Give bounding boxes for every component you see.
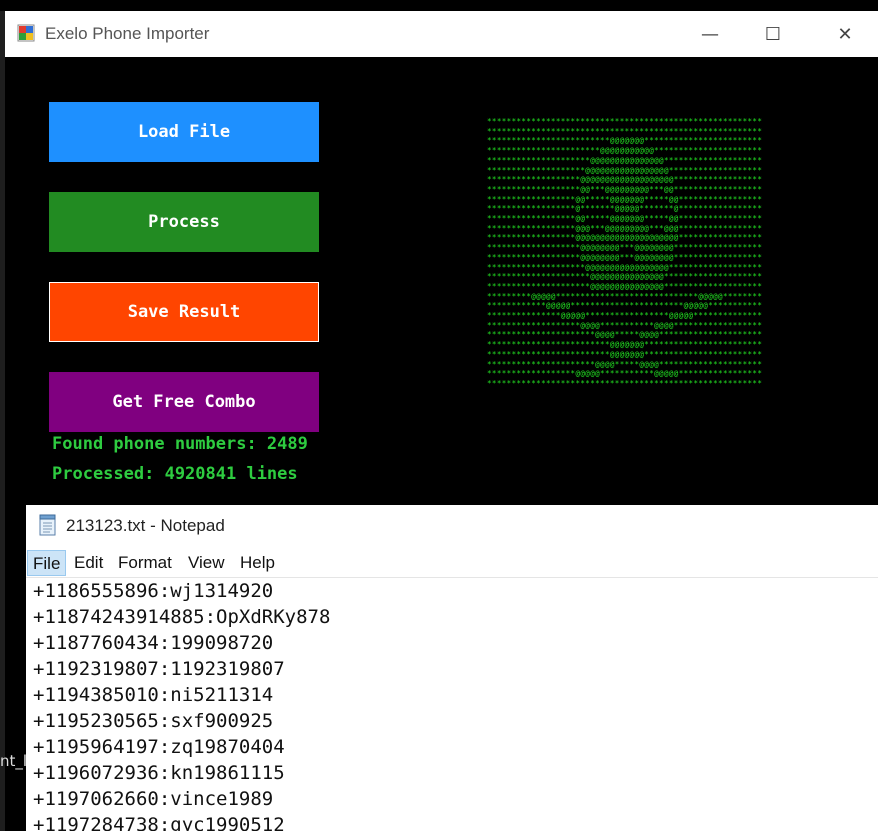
text-line: +1186555896:wj1314920 bbox=[33, 580, 274, 602]
text-line: +1195964197:zq19870404 bbox=[33, 736, 285, 758]
text-line: +1197284738:gyc1990512 bbox=[33, 814, 285, 831]
text-line: +11874243914885:OpXdRKy878 bbox=[33, 606, 331, 628]
processed-lines-label: Processed: 4920841 lines bbox=[52, 464, 298, 484]
maximize-button[interactable]: ☐ bbox=[743, 11, 803, 57]
load-file-button[interactable]: Load File bbox=[49, 102, 319, 162]
notepad-menubar: File Edit Format View Help bbox=[26, 549, 878, 578]
notepad-icon bbox=[39, 514, 56, 536]
close-button[interactable]: ✕ bbox=[815, 11, 875, 57]
ascii-art-graphic: ****************************************… bbox=[487, 117, 763, 387]
menu-help[interactable]: Help bbox=[235, 550, 280, 576]
text-line: +1195230565:sxf900925 bbox=[33, 710, 274, 732]
notepad-window[interactable]: 213123.txt - Notepad File Edit Format Vi… bbox=[26, 505, 878, 831]
text-line: +1192319807:1192319807 bbox=[33, 658, 285, 680]
get-free-combo-button[interactable]: Get Free Combo bbox=[49, 372, 319, 432]
app-titlebar[interactable]: Exelo Phone Importer — ☐ ✕ bbox=[5, 11, 878, 57]
window-top-border bbox=[0, 0, 878, 11]
process-button[interactable]: Process bbox=[49, 192, 319, 252]
background-window-text: nt_l bbox=[0, 752, 28, 770]
minimize-button[interactable]: — bbox=[680, 11, 740, 57]
app-client-area: Load File Process Save Result Get Free C… bbox=[5, 57, 878, 507]
save-result-button[interactable]: Save Result bbox=[49, 282, 319, 342]
found-phone-numbers-label: Found phone numbers: 2489 bbox=[52, 434, 308, 454]
app-icon bbox=[17, 24, 35, 42]
notepad-titlebar[interactable]: 213123.txt - Notepad bbox=[26, 505, 878, 547]
notepad-text-area[interactable]: +1186555896:wj1314920 +11874243914885:Op… bbox=[26, 578, 878, 831]
text-line: +1194385010:ni5211314 bbox=[33, 684, 274, 706]
menu-view[interactable]: View bbox=[183, 550, 230, 576]
menu-format[interactable]: Format bbox=[113, 550, 177, 576]
app-title: Exelo Phone Importer bbox=[45, 24, 210, 43]
text-line: +1196072936:kn19861115 bbox=[33, 762, 285, 784]
text-line: +1187760434:199098720 bbox=[33, 632, 274, 654]
menu-edit[interactable]: Edit bbox=[69, 550, 108, 576]
notepad-title: 213123.txt - Notepad bbox=[66, 516, 225, 535]
menu-file[interactable]: File bbox=[27, 550, 67, 576]
text-line: +1197062660:vince1989 bbox=[33, 788, 274, 810]
